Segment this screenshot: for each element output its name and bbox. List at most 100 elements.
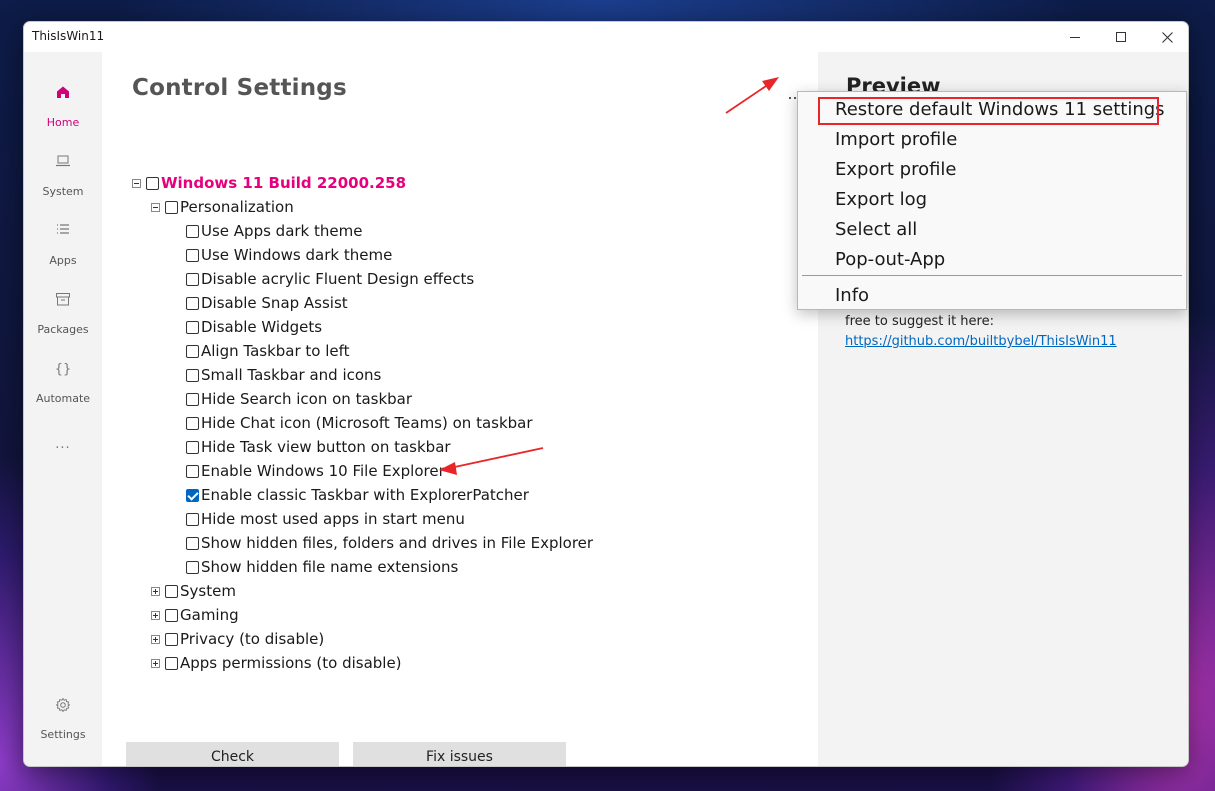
list-icon	[24, 223, 102, 241]
group-label: Privacy (to disable)	[180, 630, 325, 648]
option-checkbox[interactable]	[186, 392, 199, 406]
menu-item-import-profile[interactable]: Import profile	[835, 129, 957, 150]
group-label: Apps permissions (to disable)	[180, 654, 402, 672]
group-label: System	[180, 582, 236, 600]
sidebar-more-button[interactable]: ···	[24, 440, 102, 458]
option-checkbox[interactable]	[186, 560, 199, 574]
group-checkbox[interactable]	[165, 656, 178, 670]
main-content: Control Settings Windows 11 Build 22000.…	[102, 52, 818, 766]
group-checkbox[interactable]	[165, 632, 178, 646]
option-checkbox[interactable]	[186, 488, 199, 502]
expand-icon[interactable]	[151, 658, 160, 668]
menu-item-info[interactable]: Info	[835, 285, 869, 306]
group-label: Gaming	[180, 606, 239, 624]
expand-icon[interactable]	[151, 610, 160, 620]
option-checkbox[interactable]	[186, 320, 199, 334]
menu-separator	[802, 275, 1182, 276]
check-button[interactable]: Check	[126, 742, 339, 766]
tree-node-group[interactable]: Apps permissions (to disable)	[151, 653, 402, 673]
title-bar[interactable]: ThisIsWin11	[24, 22, 1188, 52]
laptop-icon	[24, 154, 102, 172]
sidebar-item-system[interactable]: System	[24, 154, 102, 198]
tree-node-group[interactable]: System	[151, 581, 236, 601]
sidebar-item-label: Settings	[40, 728, 86, 741]
tree-node-group[interactable]: Gaming	[151, 605, 239, 625]
tree-leaf-item[interactable]: Show hidden files, folders and drives in…	[186, 533, 593, 553]
personalization-checkbox[interactable]	[165, 200, 178, 214]
option-checkbox[interactable]	[186, 416, 199, 430]
tree-leaf-item[interactable]: Small Taskbar and icons	[186, 365, 381, 385]
option-label: Enable classic Taskbar with ExplorerPatc…	[201, 486, 529, 504]
option-label: Hide Chat icon (Microsoft Teams) on task…	[201, 414, 533, 432]
option-label: Hide Task view button on taskbar	[201, 438, 451, 456]
preview-text: free to suggest it here:	[845, 314, 994, 329]
tree-leaf-item[interactable]: Disable acrylic Fluent Design effects	[186, 269, 474, 289]
sidebar-item-automate[interactable]: {} Automate	[24, 361, 102, 405]
menu-item-select-all[interactable]: Select all	[835, 219, 917, 240]
home-icon	[24, 85, 102, 103]
dot	[794, 97, 796, 99]
tree-leaf-item[interactable]: Disable Snap Assist	[186, 293, 348, 313]
sidebar-item-packages[interactable]: Packages	[24, 292, 102, 336]
close-icon	[1161, 31, 1173, 43]
option-checkbox[interactable]	[186, 344, 199, 358]
menu-item-pop-out-app[interactable]: Pop-out-App	[835, 249, 945, 270]
sidebar-item-settings[interactable]: Settings	[24, 697, 102, 741]
option-checkbox[interactable]	[186, 272, 199, 286]
tree-leaf-item[interactable]: Use Apps dark theme	[186, 221, 362, 241]
tree-leaf-item[interactable]: Hide Chat icon (Microsoft Teams) on task…	[186, 413, 533, 433]
maximize-button[interactable]	[1098, 22, 1144, 52]
tree-node-personalization[interactable]: Personalization	[151, 197, 294, 217]
option-label: Show hidden file name extensions	[201, 558, 459, 576]
tree-leaf-item[interactable]: Hide Task view button on taskbar	[186, 437, 451, 457]
tree-leaf-item[interactable]: Hide Search icon on taskbar	[186, 389, 412, 409]
sidebar-item-label: Home	[46, 116, 80, 129]
collapse-icon[interactable]	[132, 178, 141, 188]
option-label: Disable Widgets	[201, 318, 323, 336]
option-checkbox[interactable]	[186, 368, 199, 382]
option-checkbox[interactable]	[186, 296, 199, 310]
sidebar: Home System Apps Packages {} Automate ··…	[24, 52, 102, 766]
minimize-button[interactable]	[1052, 22, 1098, 52]
tree-leaf-item[interactable]: Align Taskbar to left	[186, 341, 350, 361]
group-checkbox[interactable]	[165, 584, 178, 598]
menu-item-export-log[interactable]: Export log	[835, 189, 927, 210]
option-label: Disable acrylic Fluent Design effects	[201, 270, 475, 288]
fix-issues-button[interactable]: Fix issues	[353, 742, 566, 766]
tree-root[interactable]: Windows 11 Build 22000.258	[132, 173, 406, 193]
option-checkbox[interactable]	[186, 248, 199, 262]
option-checkbox[interactable]	[186, 464, 199, 478]
braces-icon: {}	[54, 362, 72, 377]
page-title: Control Settings	[132, 75, 347, 101]
dot	[789, 97, 791, 99]
github-link[interactable]: https://github.com/builtbybel/ThisIsWin1…	[845, 334, 1117, 349]
menu-item-export-profile[interactable]: Export profile	[835, 159, 957, 180]
tree-node-label: Personalization	[180, 198, 294, 216]
option-checkbox[interactable]	[186, 224, 199, 238]
tree-leaf-item[interactable]: Enable Windows 10 File Explorer	[186, 461, 445, 481]
expand-icon[interactable]	[151, 634, 160, 644]
annotation-highlight-box	[818, 97, 1159, 125]
tree-leaf-item[interactable]: Use Windows dark theme	[186, 245, 392, 265]
option-label: Align Taskbar to left	[201, 342, 350, 360]
root-checkbox[interactable]	[146, 176, 159, 190]
expand-icon[interactable]	[151, 586, 160, 596]
tree-leaf-item[interactable]: Disable Widgets	[186, 317, 322, 337]
option-checkbox[interactable]	[186, 536, 199, 550]
sidebar-item-home[interactable]: Home	[24, 85, 102, 129]
tree-node-group[interactable]: Privacy (to disable)	[151, 629, 324, 649]
tree-leaf-item[interactable]: Enable classic Taskbar with ExplorerPatc…	[186, 485, 529, 505]
close-button[interactable]	[1144, 22, 1188, 52]
window-title: ThisIsWin11	[32, 29, 105, 43]
tree-leaf-item[interactable]: Show hidden file name extensions	[186, 557, 458, 577]
sidebar-item-apps[interactable]: Apps	[24, 223, 102, 267]
tree-leaf-item[interactable]: Hide most used apps in start menu	[186, 509, 465, 529]
group-checkbox[interactable]	[165, 608, 178, 622]
option-checkbox[interactable]	[186, 440, 199, 454]
option-label: Use Windows dark theme	[201, 246, 393, 264]
option-label: Hide Search icon on taskbar	[201, 390, 413, 408]
option-checkbox[interactable]	[186, 512, 199, 526]
option-label: Enable Windows 10 File Explorer	[201, 462, 445, 480]
gear-icon	[24, 697, 102, 715]
collapse-icon[interactable]	[151, 202, 160, 212]
